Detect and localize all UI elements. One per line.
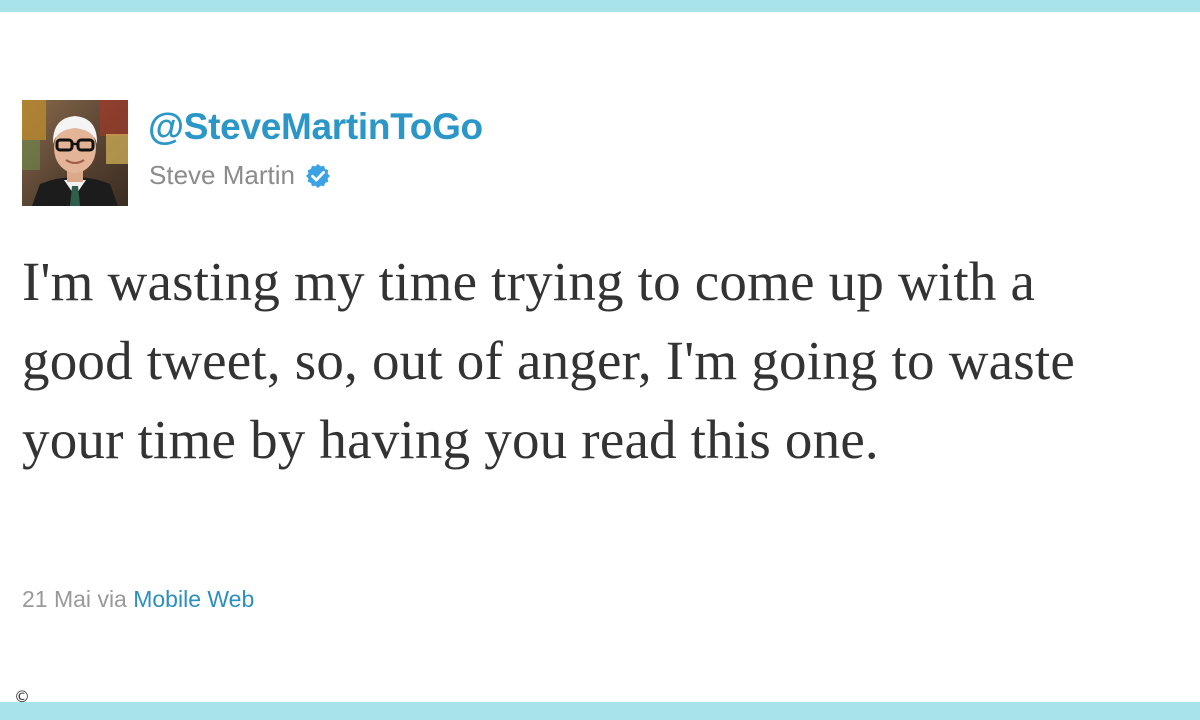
tweet-card: @SteveMartinToGo Steve Martin I'm wastin… <box>22 100 1182 660</box>
avatar[interactable] <box>22 100 128 206</box>
via-label: via <box>97 586 127 612</box>
tweet-text: I'm wasting my time trying to come up wi… <box>22 251 1075 470</box>
display-name-row: Steve Martin <box>149 160 331 191</box>
source-link[interactable]: Mobile Web <box>133 586 254 612</box>
display-name[interactable]: Steve Martin <box>149 160 295 191</box>
verified-check-icon <box>305 163 331 189</box>
tweet-date[interactable]: 21 Mai <box>22 586 91 612</box>
tweet-meta: 21 Mai via Mobile Web <box>22 586 254 613</box>
top-accent-bar <box>0 0 1200 12</box>
user-handle-link[interactable]: @SteveMartinToGo <box>148 106 483 148</box>
bottom-accent-bar <box>0 702 1200 720</box>
copyright-icon: © <box>14 687 30 706</box>
avatar-photo <box>22 100 128 206</box>
